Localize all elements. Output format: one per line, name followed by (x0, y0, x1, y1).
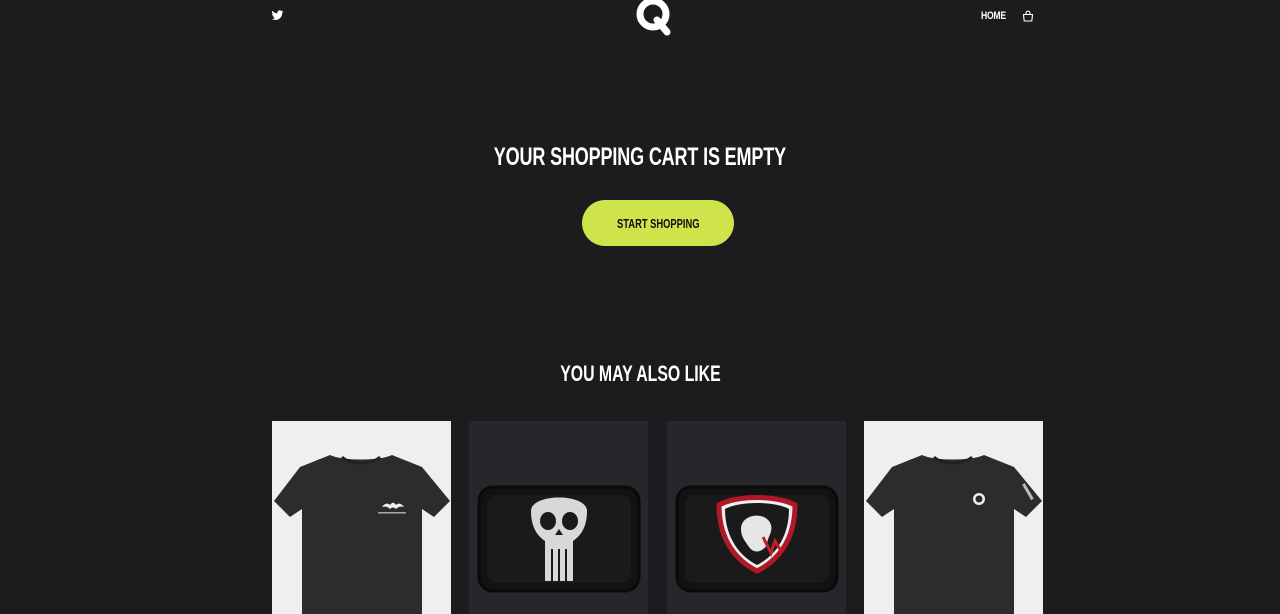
nav-home-link[interactable]: HOME (981, 10, 1006, 22)
start-shopping-button[interactable]: START SHOPPING (582, 200, 734, 246)
black-tshirt-emblem-icon (866, 455, 1042, 614)
cart-page: HOME YOUR SHOPPING CART IS EMPTY START S… (0, 0, 1280, 614)
site-logo[interactable] (629, 0, 679, 38)
black-tshirt-bat-logo-icon (274, 455, 450, 614)
product-card[interactable] (667, 421, 846, 614)
site-header: HOME (0, 0, 1280, 40)
empty-cart-title: YOUR SHOPPING CART IS EMPTY (0, 136, 1280, 173)
product-card[interactable] (469, 421, 648, 614)
recommendations-title-text: YOU MAY ALSO LIKE (559, 361, 721, 386)
empty-cart-title-text: YOUR SHOPPING CART IS EMPTY (493, 143, 787, 171)
ghost-shield-patch-icon (675, 485, 839, 593)
product-card[interactable] (864, 421, 1043, 614)
twitter-icon[interactable] (271, 9, 284, 22)
skull-patch-icon (477, 485, 641, 593)
start-shopping-label: START SHOPPING (616, 215, 700, 231)
recommendations-title: YOU MAY ALSO LIKE (0, 360, 1280, 388)
shopping-bag-icon[interactable] (1022, 10, 1034, 22)
product-card[interactable] (272, 421, 451, 614)
